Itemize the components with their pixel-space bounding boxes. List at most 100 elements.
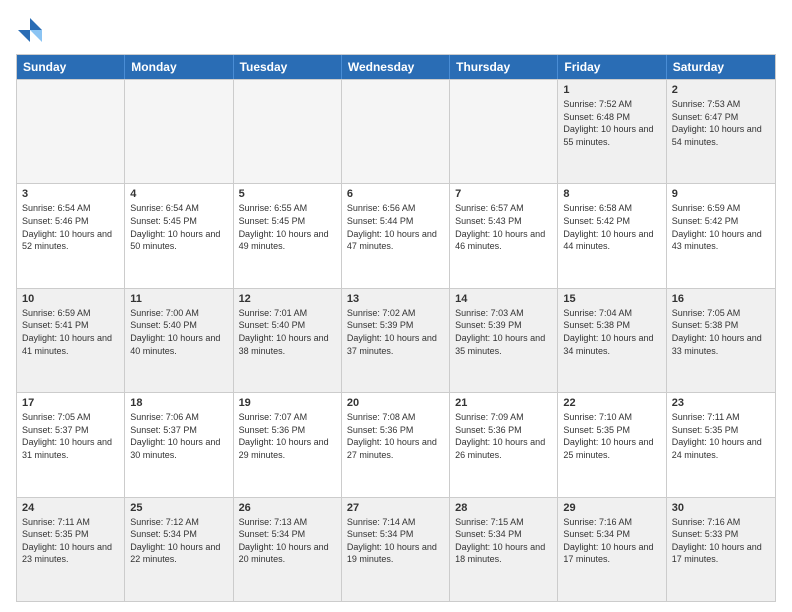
day-cell-4: 4 Sunrise: 6:54 AMSunset: 5:45 PMDaylight… <box>125 184 233 287</box>
day-number: 20 <box>347 397 444 409</box>
logo <box>16 16 48 44</box>
header-day-wednesday: Wednesday <box>342 55 450 79</box>
empty-cell <box>234 80 342 183</box>
day-cell-25: 25Sunrise: 7:12 AMSunset: 5:34 PMDayligh… <box>125 498 233 601</box>
day-cell-14: 14 Sunrise: 7:03 AMSunset: 5:39 PMDayligh… <box>450 289 558 392</box>
day-number: 10 <box>22 293 119 305</box>
empty-cell <box>17 80 125 183</box>
day-number: 17 <box>22 397 119 409</box>
day-info: Sunrise: 7:13 AMSunset: 5:34 PMDaylight:… <box>239 516 336 566</box>
day-cell-27: 27 Sunrise: 7:14 AMSunset: 5:34 PMDayligh… <box>342 498 450 601</box>
day-number: 11 <box>130 293 227 305</box>
day-cell-6: 6 Sunrise: 6:56 AMSunset: 5:44 PMDaylight… <box>342 184 450 287</box>
day-cell-3: 3Sunrise: 6:54 AMSunset: 5:46 PMDaylight… <box>17 184 125 287</box>
day-info: Sunrise: 7:04 AMSunset: 5:38 PMDaylight:… <box>563 307 660 357</box>
day-number: 22 <box>563 397 660 409</box>
day-number: 15 <box>563 293 660 305</box>
day-info: Sunrise: 7:07 AMSunset: 5:36 PMDaylight:… <box>239 411 336 461</box>
day-info: Sunrise: 7:52 AMSunset: 6:48 PMDaylight:… <box>563 98 660 148</box>
day-cell-23: 23 Sunrise: 7:11 AMSunset: 5:35 PMDayligh… <box>667 393 775 496</box>
day-info: Sunrise: 7:16 AMSunset: 5:34 PMDaylight:… <box>563 516 660 566</box>
calendar-row-2: 3Sunrise: 6:54 AMSunset: 5:46 PMDaylight… <box>17 183 775 287</box>
day-info: Sunrise: 7:03 AMSunset: 5:39 PMDaylight:… <box>455 307 552 357</box>
calendar-row-4: 17 Sunrise: 7:05 AMSunset: 5:37 PMDayligh… <box>17 392 775 496</box>
day-cell-21: 21 Sunrise: 7:09 AMSunset: 5:36 PMDayligh… <box>450 393 558 496</box>
day-cell-13: 13Sunrise: 7:02 AMSunset: 5:39 PMDayligh… <box>342 289 450 392</box>
day-number: 4 <box>130 188 227 200</box>
header-day-tuesday: Tuesday <box>234 55 342 79</box>
day-cell-2: 2 Sunrise: 7:53 AMSunset: 6:47 PMDaylight… <box>667 80 775 183</box>
header <box>16 16 776 44</box>
day-info: Sunrise: 7:11 AMSunset: 5:35 PMDaylight:… <box>672 411 770 461</box>
day-number: 6 <box>347 188 444 200</box>
day-cell-28: 28 Sunrise: 7:15 AMSunset: 5:34 PMDayligh… <box>450 498 558 601</box>
day-number: 23 <box>672 397 770 409</box>
day-info: Sunrise: 7:05 AMSunset: 5:38 PMDaylight:… <box>672 307 770 357</box>
day-cell-10: 10 Sunrise: 6:59 AMSunset: 5:41 PMDayligh… <box>17 289 125 392</box>
day-number: 8 <box>563 188 660 200</box>
day-info: Sunrise: 7:02 AMSunset: 5:39 PMDaylight:… <box>347 307 444 357</box>
day-cell-18: 18 Sunrise: 7:06 AMSunset: 5:37 PMDayligh… <box>125 393 233 496</box>
day-info: Sunrise: 7:00 AMSunset: 5:40 PMDaylight:… <box>130 307 227 357</box>
day-cell-22: 22 Sunrise: 7:10 AMSunset: 5:35 PMDayligh… <box>558 393 666 496</box>
day-info: Sunrise: 7:16 AMSunset: 5:33 PMDaylight:… <box>672 516 770 566</box>
day-info: Sunrise: 7:10 AMSunset: 5:35 PMDaylight:… <box>563 411 660 461</box>
header-day-thursday: Thursday <box>450 55 558 79</box>
day-cell-5: 5 Sunrise: 6:55 AMSunset: 5:45 PMDaylight… <box>234 184 342 287</box>
day-info: Sunrise: 7:05 AMSunset: 5:37 PMDaylight:… <box>22 411 119 461</box>
logo-icon <box>16 16 44 44</box>
day-cell-1: 1 Sunrise: 7:52 AMSunset: 6:48 PMDaylight… <box>558 80 666 183</box>
day-info: Sunrise: 7:09 AMSunset: 5:36 PMDaylight:… <box>455 411 552 461</box>
day-cell-20: 20Sunrise: 7:08 AMSunset: 5:36 PMDayligh… <box>342 393 450 496</box>
day-info: Sunrise: 7:06 AMSunset: 5:37 PMDaylight:… <box>130 411 227 461</box>
day-number: 14 <box>455 293 552 305</box>
day-info: Sunrise: 6:59 AMSunset: 5:42 PMDaylight:… <box>672 202 770 252</box>
day-number: 9 <box>672 188 770 200</box>
day-info: Sunrise: 6:55 AMSunset: 5:45 PMDaylight:… <box>239 202 336 252</box>
day-cell-26: 26 Sunrise: 7:13 AMSunset: 5:34 PMDayligh… <box>234 498 342 601</box>
calendar: SundayMondayTuesdayWednesdayThursdayFrid… <box>16 54 776 602</box>
day-info: Sunrise: 7:12 AMSunset: 5:34 PMDaylight:… <box>130 516 227 566</box>
calendar-header: SundayMondayTuesdayWednesdayThursdayFrid… <box>17 55 775 79</box>
day-number: 16 <box>672 293 770 305</box>
calendar-row-5: 24 Sunrise: 7:11 AMSunset: 5:35 PMDayligh… <box>17 497 775 601</box>
day-info: Sunrise: 7:53 AMSunset: 6:47 PMDaylight:… <box>672 98 770 148</box>
day-number: 28 <box>455 502 552 514</box>
day-info: Sunrise: 7:15 AMSunset: 5:34 PMDaylight:… <box>455 516 552 566</box>
page: SundayMondayTuesdayWednesdayThursdayFrid… <box>0 0 792 612</box>
day-cell-17: 17 Sunrise: 7:05 AMSunset: 5:37 PMDayligh… <box>17 393 125 496</box>
day-number: 21 <box>455 397 552 409</box>
empty-cell <box>125 80 233 183</box>
day-number: 3 <box>22 188 119 200</box>
day-number: 1 <box>563 84 660 96</box>
day-cell-29: 29 Sunrise: 7:16 AMSunset: 5:34 PMDayligh… <box>558 498 666 601</box>
day-number: 26 <box>239 502 336 514</box>
day-cell-12: 12Sunrise: 7:01 AMSunset: 5:40 PMDayligh… <box>234 289 342 392</box>
day-number: 2 <box>672 84 770 96</box>
header-day-saturday: Saturday <box>667 55 775 79</box>
day-number: 29 <box>563 502 660 514</box>
calendar-body: 1 Sunrise: 7:52 AMSunset: 6:48 PMDaylight… <box>17 79 775 601</box>
day-cell-16: 16 Sunrise: 7:05 AMSunset: 5:38 PMDayligh… <box>667 289 775 392</box>
calendar-row-3: 10 Sunrise: 6:59 AMSunset: 5:41 PMDayligh… <box>17 288 775 392</box>
calendar-row-1: 1 Sunrise: 7:52 AMSunset: 6:48 PMDaylight… <box>17 79 775 183</box>
day-cell-19: 19 Sunrise: 7:07 AMSunset: 5:36 PMDayligh… <box>234 393 342 496</box>
day-info: Sunrise: 7:11 AMSunset: 5:35 PMDaylight:… <box>22 516 119 566</box>
day-number: 18 <box>130 397 227 409</box>
day-number: 30 <box>672 502 770 514</box>
day-number: 5 <box>239 188 336 200</box>
header-day-sunday: Sunday <box>17 55 125 79</box>
day-cell-30: 30 Sunrise: 7:16 AMSunset: 5:33 PMDayligh… <box>667 498 775 601</box>
day-cell-7: 7Sunrise: 6:57 AMSunset: 5:43 PMDaylight… <box>450 184 558 287</box>
header-day-friday: Friday <box>558 55 666 79</box>
empty-cell <box>342 80 450 183</box>
day-info: Sunrise: 7:14 AMSunset: 5:34 PMDaylight:… <box>347 516 444 566</box>
day-number: 27 <box>347 502 444 514</box>
day-number: 12 <box>239 293 336 305</box>
day-number: 24 <box>22 502 119 514</box>
day-info: Sunrise: 6:56 AMSunset: 5:44 PMDaylight:… <box>347 202 444 252</box>
day-info: Sunrise: 6:58 AMSunset: 5:42 PMDaylight:… <box>563 202 660 252</box>
day-number: 19 <box>239 397 336 409</box>
day-info: Sunrise: 6:54 AMSunset: 5:45 PMDaylight:… <box>130 202 227 252</box>
day-info: Sunrise: 6:59 AMSunset: 5:41 PMDaylight:… <box>22 307 119 357</box>
